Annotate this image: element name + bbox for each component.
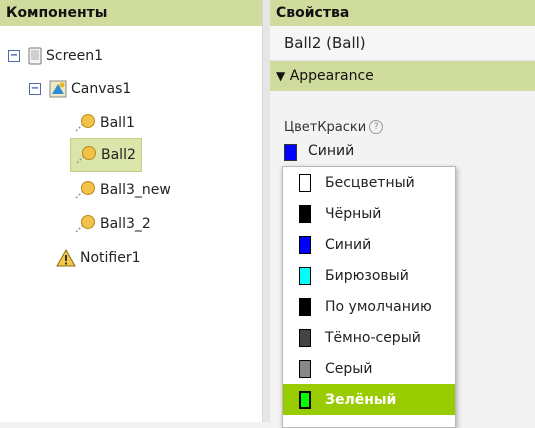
color-option-label: Бирюзовый [325, 267, 409, 284]
triangle-down-icon: ▼ [276, 69, 286, 83]
color-swatch [299, 173, 311, 192]
selected-component-title: Ball2 (Ball) [270, 26, 535, 61]
color-option-label: Чёрный [325, 205, 382, 222]
tree-item-label: Ball2 [101, 147, 136, 163]
color-option-green[interactable]: Зелёный [283, 384, 455, 415]
tree-item-ball2[interactable]: Ball2 [70, 138, 142, 172]
ball-icon [75, 114, 95, 132]
tree-item-label: Ball3_2 [100, 216, 151, 232]
color-option-label: Серый [325, 360, 373, 377]
color-swatch [299, 204, 311, 223]
tree-item-label: Notifier1 [80, 250, 141, 266]
tree-item-canvas1[interactable]: − Canvas1 [29, 75, 131, 103]
tree-item-ball3-new[interactable]: Ball3_new [74, 176, 171, 204]
color-option-label: Бесцветный [325, 174, 415, 191]
color-dropdown: Бесцветный Чёрный Синий Бирюзовый По умо… [282, 166, 456, 428]
color-option-default[interactable]: По умолчанию [283, 291, 455, 322]
color-swatch [299, 359, 311, 378]
color-option-label: По умолчанию [325, 298, 432, 315]
ball-icon [75, 215, 95, 233]
tree-item-ball3-2[interactable]: Ball3_2 [74, 210, 151, 238]
color-swatch [299, 235, 311, 254]
color-option-label: Тёмно-серый [325, 329, 421, 346]
section-label: Appearance [289, 68, 374, 84]
color-option-black[interactable]: Чёрный [283, 198, 455, 229]
tree-item-label: Ball1 [100, 115, 135, 131]
canvas-icon [49, 80, 67, 98]
paint-color-label: ЦветКраски? [284, 120, 384, 135]
components-header: Компоненты [0, 0, 262, 26]
section-appearance[interactable]: ▼ Appearance [270, 61, 535, 91]
tree-item-ball1[interactable]: Ball1 [74, 109, 135, 137]
help-icon[interactable]: ? [369, 120, 384, 134]
ball-icon [75, 181, 95, 199]
color-swatch [299, 390, 311, 409]
ball-icon [76, 146, 96, 164]
components-panel: Компоненты − Screen1 − Canvas1 Ball1 Bal… [0, 0, 263, 422]
tree-item-notifier1[interactable]: Notifier1 [56, 244, 141, 272]
color-option-transparent[interactable]: Бесцветный [283, 167, 455, 198]
collapse-icon[interactable]: − [29, 83, 41, 95]
screen-icon [28, 47, 42, 65]
color-option-label: Зелёный [325, 391, 397, 408]
current-color-value[interactable]: Синий [308, 143, 354, 159]
color-swatch [299, 266, 311, 285]
color-option-cyan[interactable]: Бирюзовый [283, 260, 455, 291]
warning-icon [56, 249, 76, 267]
current-color-swatch[interactable] [284, 144, 297, 161]
color-option-label: Синий [325, 236, 372, 253]
property-label-text: ЦветКраски [284, 120, 367, 135]
tree-item-screen1[interactable]: − Screen1 [8, 42, 103, 70]
color-option-blue[interactable]: Синий [283, 229, 455, 260]
tree-item-label: Screen1 [46, 48, 104, 64]
color-swatch [299, 297, 311, 316]
tree-item-label: Ball3_new [100, 182, 171, 198]
properties-header: Свойства [270, 0, 535, 26]
panel-divider[interactable] [263, 0, 270, 422]
color-option-gray[interactable]: Серый [283, 353, 455, 384]
color-swatch [299, 328, 311, 347]
collapse-icon[interactable]: − [8, 50, 20, 62]
tree-item-label: Canvas1 [71, 81, 132, 97]
color-option-dark-gray[interactable]: Тёмно-серый [283, 322, 455, 353]
